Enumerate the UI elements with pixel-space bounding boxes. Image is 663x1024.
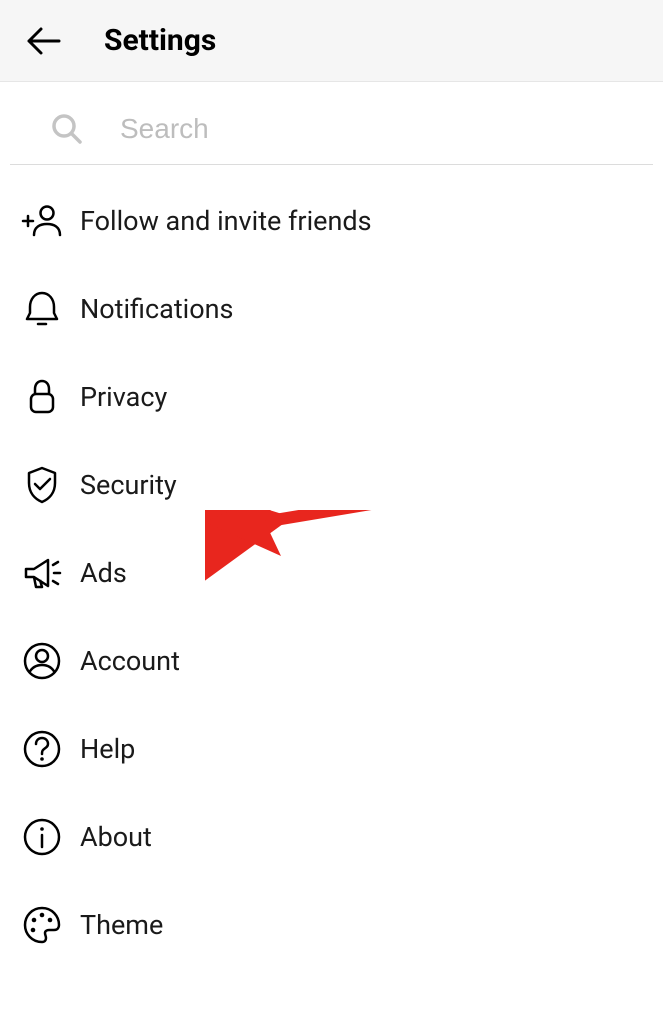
search-icon: [50, 112, 84, 146]
page-title: Settings: [104, 23, 216, 58]
palette-icon: [20, 903, 64, 947]
menu-item-label: About: [80, 821, 152, 853]
lock-icon: [20, 375, 64, 419]
menu-item-label: Follow and invite friends: [80, 205, 372, 237]
header: Settings: [0, 0, 663, 82]
settings-menu: Follow and invite friends Notifications …: [0, 165, 663, 969]
menu-item-label: Account: [80, 645, 180, 677]
menu-item-label: Ads: [80, 557, 127, 589]
menu-item-help[interactable]: Help: [0, 705, 663, 793]
menu-item-privacy[interactable]: Privacy: [0, 353, 663, 441]
add-person-icon: [20, 199, 64, 243]
back-button[interactable]: [20, 18, 66, 64]
info-circle-icon: [20, 815, 64, 859]
back-arrow-icon: [23, 21, 63, 61]
menu-item-theme[interactable]: Theme: [0, 881, 663, 969]
bell-icon: [20, 287, 64, 331]
menu-item-about[interactable]: About: [0, 793, 663, 881]
menu-item-follow-invite[interactable]: Follow and invite friends: [0, 177, 663, 265]
menu-item-label: Help: [80, 733, 135, 765]
menu-item-security[interactable]: Security: [0, 441, 663, 529]
menu-item-notifications[interactable]: Notifications: [0, 265, 663, 353]
shield-check-icon: [20, 463, 64, 507]
menu-item-account[interactable]: Account: [0, 617, 663, 705]
search-container[interactable]: [10, 82, 653, 165]
menu-item-label: Theme: [80, 909, 163, 941]
megaphone-icon: [20, 551, 64, 595]
search-input[interactable]: [120, 113, 633, 145]
menu-item-label: Privacy: [80, 381, 167, 413]
person-circle-icon: [20, 639, 64, 683]
question-circle-icon: [20, 727, 64, 771]
menu-item-label: Notifications: [80, 293, 233, 325]
menu-item-label: Security: [80, 469, 177, 501]
menu-item-ads[interactable]: Ads: [0, 529, 663, 617]
